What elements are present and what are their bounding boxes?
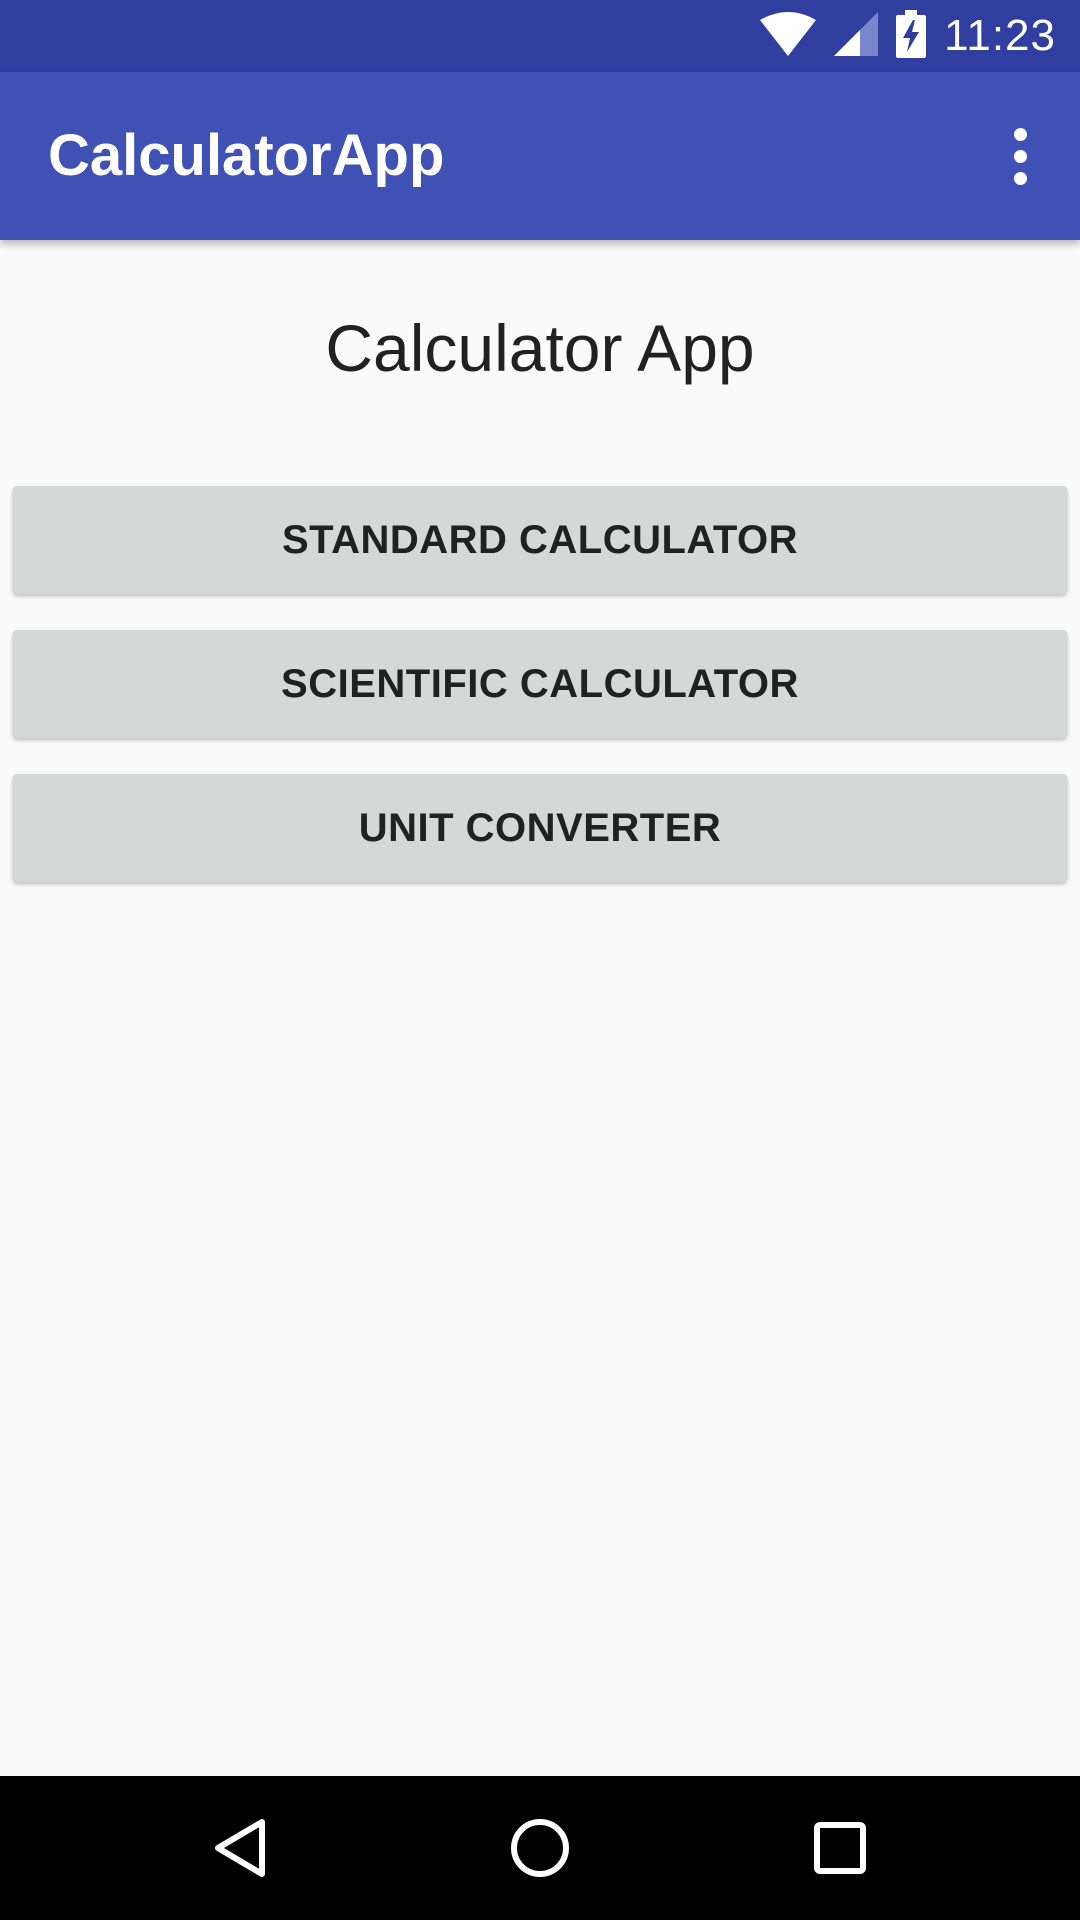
wifi-icon — [760, 11, 817, 61]
back-icon[interactable] — [190, 1798, 290, 1898]
page-title: Calculator App — [325, 311, 755, 385]
app-title: CalculatorApp — [48, 123, 445, 188]
app-bar: CalculatorApp — [0, 72, 1080, 240]
unit-converter-button[interactable]: UNIT CONVERTER — [13, 774, 1067, 882]
status-time: 11:23 — [944, 11, 1056, 60]
battery-charging-icon — [896, 9, 927, 63]
scientific-calculator-button[interactable]: SCIENTIFIC CALCULATOR — [13, 630, 1067, 738]
cellular-signal-icon — [834, 11, 879, 61]
status-icons: 11:23 — [760, 0, 1056, 72]
recents-icon[interactable] — [790, 1798, 890, 1898]
screen: 11:23 CalculatorApp Calculator App STAND… — [0, 0, 1080, 1920]
standard-calculator-button[interactable]: STANDARD CALCULATOR — [13, 486, 1067, 594]
home-icon[interactable] — [490, 1798, 590, 1898]
status-bar: 11:23 — [0, 0, 1080, 72]
more-vert-icon[interactable] — [978, 114, 1062, 198]
navigation-bar — [0, 1776, 1080, 1920]
